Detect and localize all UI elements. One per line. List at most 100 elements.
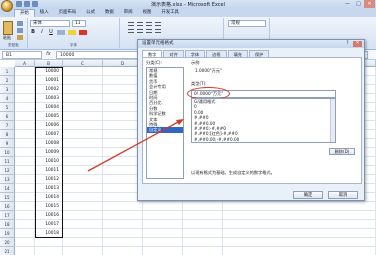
cell-b10[interactable]: 10009 <box>35 148 63 157</box>
row-header-13[interactable]: 13 <box>0 175 15 184</box>
tab-page-layout[interactable]: 页面布局 <box>54 9 82 17</box>
number-format-dropdown[interactable]: 常规 <box>228 20 266 27</box>
cell-b2[interactable]: 10001 <box>35 76 63 85</box>
cell-b12[interactable]: 10011 <box>35 166 63 175</box>
fill-color-icon[interactable] <box>68 30 76 35</box>
help-icon[interactable]: ? <box>344 41 351 47</box>
cell-b11[interactable]: 10010 <box>35 157 63 166</box>
cell-b3[interactable]: 10002 <box>35 85 63 94</box>
row-header-18[interactable]: 18 <box>0 220 15 229</box>
font-name-dropdown[interactable]: 宋体 <box>30 20 70 27</box>
column-header-c[interactable]: C <box>63 60 103 67</box>
name-box[interactable]: B1 <box>2 51 42 59</box>
align-bottom-icon[interactable] <box>146 22 152 26</box>
column-header-a[interactable]: A <box>15 60 35 67</box>
cell-b13[interactable]: 10012 <box>35 175 63 184</box>
row-header-19[interactable]: 19 <box>0 229 15 238</box>
tab-formulas[interactable]: 公式 <box>81 9 100 17</box>
ok-button[interactable]: 确定 <box>293 191 323 199</box>
cell-b16[interactable]: 10015 <box>35 202 63 211</box>
align-right-icon[interactable] <box>146 29 152 33</box>
delete-button[interactable]: 删除(D) <box>329 148 355 155</box>
row-header-17[interactable]: 17 <box>0 211 15 220</box>
dialog-close-button[interactable]: ✕ <box>353 41 362 47</box>
align-top-icon[interactable] <box>128 22 134 26</box>
format-painter-icon[interactable] <box>17 35 23 40</box>
bold-button[interactable]: B <box>30 29 36 35</box>
row-header-8[interactable]: 8 <box>0 130 15 139</box>
italic-button[interactable]: I <box>39 29 45 35</box>
orientation-icon[interactable] <box>155 22 161 26</box>
row-header-11[interactable]: 11 <box>0 157 15 166</box>
cell-b1[interactable]: 10000 <box>35 67 63 76</box>
row-header-10[interactable]: 10 <box>0 148 15 157</box>
row-header-14[interactable]: 14 <box>0 184 15 193</box>
cell-b19[interactable]: 10018 <box>35 229 63 238</box>
row-header-6[interactable]: 6 <box>0 112 15 121</box>
type-list-scrollbar[interactable] <box>330 99 335 142</box>
cell-b5[interactable]: 10004 <box>35 103 63 112</box>
borders-icon[interactable] <box>57 30 65 35</box>
cell-b15[interactable]: 10014 <box>35 193 63 202</box>
row-header-2[interactable]: 2 <box>0 76 15 85</box>
cell-b17[interactable]: 10016 <box>35 211 63 220</box>
cell-b6[interactable]: 10005 <box>35 112 63 121</box>
paste-icon[interactable] <box>3 21 13 35</box>
tab-review[interactable]: 审阅 <box>119 9 138 17</box>
row-header-20[interactable]: 20 <box>0 238 15 247</box>
cell-b14[interactable]: 10013 <box>35 184 63 193</box>
underline-button[interactable]: U <box>48 29 54 35</box>
cell-b4[interactable]: 10003 <box>35 94 63 103</box>
tab-home[interactable]: 开始 <box>14 9 35 17</box>
maximize-button[interactable]: □ <box>353 0 364 8</box>
row-header-9[interactable]: 9 <box>0 139 15 148</box>
font-size-dropdown[interactable]: 11 <box>72 20 86 27</box>
cell-b9[interactable]: 10008 <box>35 139 63 148</box>
sample-label: 示例 <box>191 60 200 65</box>
type-label: 类型(T): <box>191 81 207 86</box>
cut-icon[interactable] <box>17 21 23 26</box>
column-header-b[interactable]: B <box>35 60 63 67</box>
row-header-16[interactable]: 16 <box>0 202 15 211</box>
align-center-icon[interactable] <box>137 29 143 33</box>
cell-b8[interactable]: 10007 <box>35 130 63 139</box>
font-group-label: 字体 <box>69 43 78 47</box>
font-color-icon[interactable] <box>79 30 87 35</box>
tab-view[interactable]: 视图 <box>138 9 157 17</box>
row-header-5[interactable]: 5 <box>0 103 15 112</box>
office-button[interactable] <box>1 0 13 12</box>
row-header-12[interactable]: 12 <box>0 166 15 175</box>
align-left-icon[interactable] <box>128 29 134 33</box>
category-list[interactable]: 常规 数值 货币 会计专用 日期 时间 百分比 分数 科学记数 文本 特殊 自定义 <box>146 67 184 179</box>
category-label: 分类(C): <box>146 60 162 65</box>
alignment-buttons <box>128 22 161 33</box>
title-bar: 演示表格.xlsx - Microsoft Excel — □ ✕ <box>0 0 376 9</box>
cell-b18[interactable]: 10017 <box>35 220 63 229</box>
format-type-list[interactable]: G/通用格式 0 0.00 #,##0 #,##0.00 #,##0;-#,##0 #,##… <box>191 98 336 143</box>
category-item[interactable]: 自定义 <box>147 127 183 133</box>
tab-insert[interactable]: 插入 <box>35 9 54 17</box>
clipboard-group: 粘贴 剪贴板 <box>0 18 28 48</box>
cell-b7[interactable]: 10006 <box>35 121 63 130</box>
row-header-7[interactable]: 7 <box>0 121 15 130</box>
tab-data[interactable]: 数据 <box>100 9 119 17</box>
row-header-1[interactable]: 1 <box>0 67 15 76</box>
row-header-15[interactable]: 15 <box>0 193 15 202</box>
ribbon-tabs: 开始 插入 页面布局 公式 数据 审阅 视图 开发工具 <box>0 9 376 17</box>
row-header-3[interactable]: 3 <box>0 85 15 94</box>
tab-developer[interactable]: 开发工具 <box>156 9 184 17</box>
copy-icon[interactable] <box>17 28 23 33</box>
wrap-text-icon[interactable] <box>155 29 161 33</box>
minimize-button[interactable]: — <box>342 0 353 8</box>
number-tab-panel: 分类(C): 常规 数值 货币 会计专用 日期 时间 百分比 分数 科学记数 文本 特殊 自定义 示例… <box>142 57 362 184</box>
row-header-4[interactable]: 4 <box>0 94 15 103</box>
align-middle-icon[interactable] <box>137 22 143 26</box>
fx-icon[interactable]: fx <box>46 51 51 57</box>
format-type-item[interactable]: #,##0.00;[红色]-#,##0.00 <box>192 142 335 143</box>
row-header-21[interactable]: 21 <box>0 247 15 255</box>
paste-label[interactable]: 粘贴 <box>3 35 11 41</box>
type-input[interactable]: 0!.0000"万元" <box>191 90 336 98</box>
cancel-button[interactable]: 取消 <box>328 191 358 199</box>
window-controls: — □ ✕ <box>342 0 375 8</box>
close-button[interactable]: ✕ <box>364 0 375 8</box>
